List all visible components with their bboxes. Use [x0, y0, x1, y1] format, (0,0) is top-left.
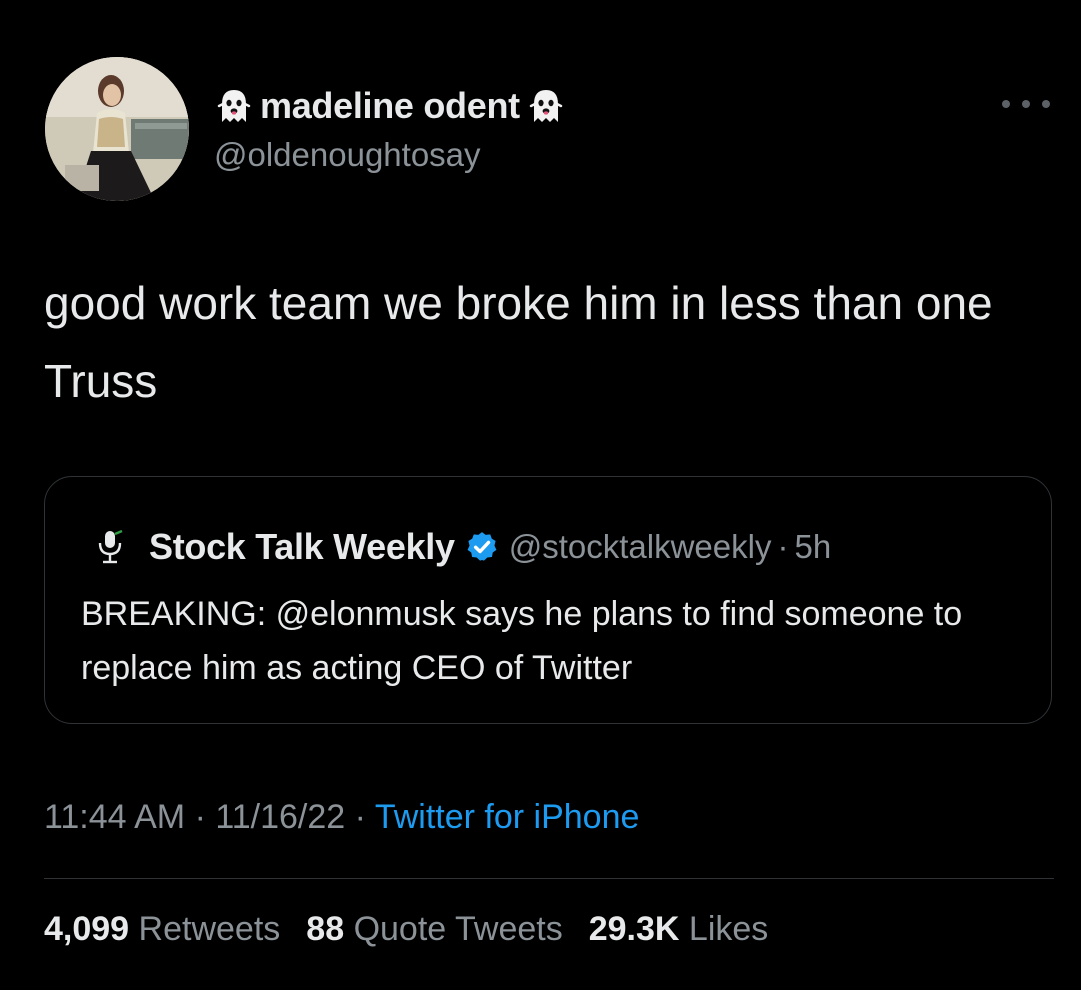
microphone-icon: [98, 530, 123, 564]
quote-timestamp[interactable]: 5h: [794, 528, 831, 566]
retweets-label: Retweets: [138, 910, 281, 948]
quote-tweets-count: 88: [306, 910, 345, 948]
divider: [44, 878, 1054, 879]
ghost-icon: [529, 90, 563, 122]
quote-tweets-stat[interactable]: 88 Quote Tweets: [306, 910, 562, 949]
verified-badge-icon: [467, 532, 497, 561]
tweet-meta: 11:44 AM · 11/16/22 · Twitter for iPhone: [44, 798, 639, 837]
quote-tweet-card[interactable]: Stock Talk Weekly @stocktalkweekly · 5h …: [44, 476, 1052, 724]
tweet-source-link[interactable]: Twitter for iPhone: [375, 798, 640, 836]
likes-label: Likes: [688, 910, 769, 948]
ghost-icon: [217, 90, 251, 122]
tweet: madeline odent @oldenoughtosay good work…: [0, 0, 1081, 990]
more-dot: [1042, 100, 1050, 108]
tweet-stats: 4,099 Retweets 88 Quote Tweets 29.3K Lik…: [44, 910, 768, 949]
more-options-icon[interactable]: [1002, 92, 1050, 116]
meta-separator: ·: [354, 798, 366, 836]
meta-separator: ·: [194, 798, 206, 836]
author-handle[interactable]: @oldenoughtosay: [214, 136, 481, 174]
tweet-text: good work team we broke him in less than…: [44, 277, 993, 407]
more-dot: [1022, 100, 1030, 108]
author-display-name[interactable]: madeline odent: [214, 84, 566, 128]
quote-tweet-text: BREAKING: @elonmusk says he plans to fin…: [81, 595, 963, 687]
author-name-text: madeline odent: [260, 85, 520, 126]
tweet-date[interactable]: 11/16/22: [215, 798, 345, 836]
retweets-stat[interactable]: 4,099 Retweets: [44, 910, 280, 949]
quote-tweet-header: Stock Talk Weekly @stocktalkweekly · 5h: [95, 525, 831, 569]
avatar-photo: [45, 57, 189, 201]
quote-separator: ·: [777, 528, 789, 565]
tweet-time[interactable]: 11:44 AM: [44, 798, 185, 836]
likes-stat[interactable]: 29.3K Likes: [589, 910, 769, 949]
quote-author-handle[interactable]: @stocktalkweekly: [509, 528, 772, 566]
author-avatar[interactable]: [45, 57, 189, 201]
quote-author-name[interactable]: Stock Talk Weekly: [149, 526, 455, 568]
quote-tweets-label: Quote Tweets: [353, 910, 563, 948]
likes-count: 29.3K: [588, 910, 680, 948]
retweets-count: 4,099: [44, 910, 130, 948]
more-dot: [1002, 100, 1010, 108]
